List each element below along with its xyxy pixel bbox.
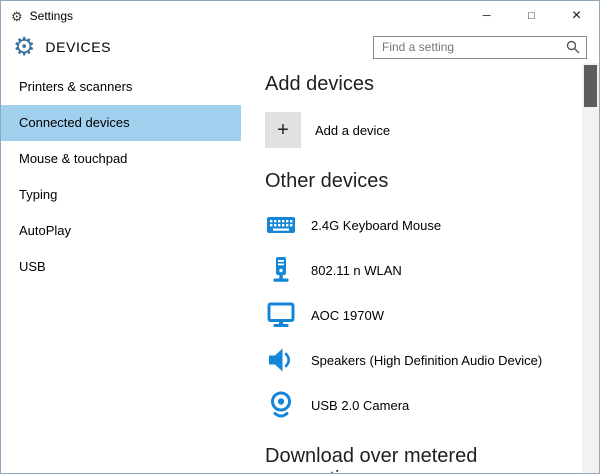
add-device-button[interactable]: + Add a device [265, 112, 582, 148]
device-name: USB 2.0 Camera [311, 398, 409, 413]
device-name: AOC 1970W [311, 308, 384, 323]
monitor-icon [265, 299, 297, 331]
metered-connections-heading: Download over metered connections [265, 445, 582, 474]
device-row[interactable]: Speakers (High Definition Audio Device) [265, 344, 582, 376]
sidebar-item-connected-devices[interactable]: Connected devices [1, 105, 241, 141]
close-button[interactable]: × [554, 1, 599, 31]
other-devices-heading: Other devices [265, 170, 582, 193]
app-body: Printers & scanners Connected devices Mo… [1, 63, 599, 474]
main-content: Add devices + Add a device Other devices [241, 63, 582, 474]
device-name: 2.4G Keyboard Mouse [311, 218, 441, 233]
scrollbar-thumb[interactable] [584, 65, 597, 107]
add-device-label: Add a device [315, 123, 390, 138]
sidebar: Printers & scanners Connected devices Mo… [1, 63, 241, 474]
sidebar-item-mouse-touchpad[interactable]: Mouse & touchpad [1, 141, 241, 177]
sidebar-item-usb[interactable]: USB [1, 249, 241, 285]
search-icon[interactable] [566, 40, 580, 54]
speaker-icon [265, 344, 297, 376]
page-header: ⚙ DEVICES [1, 31, 599, 63]
minimize-button[interactable]: ─ [464, 1, 509, 31]
plus-icon[interactable]: + [265, 112, 301, 148]
sidebar-item-autoplay[interactable]: AutoPlay [1, 213, 241, 249]
settings-gear-icon: ⚙ [13, 35, 35, 60]
add-devices-heading: Add devices [265, 73, 582, 96]
wlan-adapter-icon [265, 254, 297, 286]
scrollbar[interactable] [582, 63, 599, 474]
keyboard-icon [265, 209, 297, 241]
window-title: Settings [30, 9, 73, 23]
device-name: 802.11 n WLAN [311, 263, 402, 278]
device-row[interactable]: USB 2.0 Camera [265, 389, 582, 421]
maximize-button[interactable]: □ [509, 1, 554, 31]
settings-window: ⚙ Settings ─ □ × ⚙ DEVICES Printers & sc… [0, 0, 600, 474]
webcam-icon [265, 389, 297, 421]
device-row[interactable]: 802.11 n WLAN [265, 254, 582, 286]
sidebar-item-typing[interactable]: Typing [1, 177, 241, 213]
device-name: Speakers (High Definition Audio Device) [311, 353, 542, 368]
titlebar: ⚙ Settings ─ □ × [1, 1, 599, 31]
sidebar-item-printers-scanners[interactable]: Printers & scanners [1, 69, 241, 105]
search-input[interactable] [382, 40, 566, 54]
device-row[interactable]: 2.4G Keyboard Mouse [265, 209, 582, 241]
gear-icon: ⚙ [11, 10, 23, 23]
page-title: DEVICES [45, 39, 111, 55]
search-box[interactable] [373, 36, 587, 59]
device-row[interactable]: AOC 1970W [265, 299, 582, 331]
